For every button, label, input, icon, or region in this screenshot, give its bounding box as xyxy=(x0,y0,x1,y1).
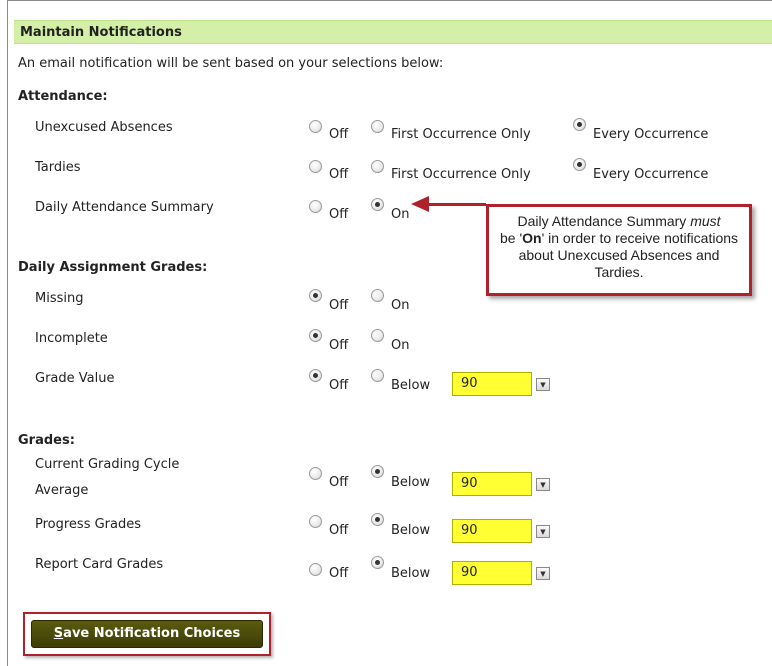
callout-bold: On xyxy=(522,230,542,246)
radio-daily-summary-on[interactable] xyxy=(371,198,384,211)
current-cycle-threshold-select[interactable]: 90 ▼ xyxy=(452,472,556,496)
radio-label: On xyxy=(391,207,410,222)
row-label-daily-attendance-summary: Daily Attendance Summary xyxy=(35,200,214,215)
progress-grades-threshold-select[interactable]: 90 ▼ xyxy=(452,519,556,543)
select-value: 90 xyxy=(452,472,532,496)
row-label-report-card-grades: Report Card Grades xyxy=(35,557,164,572)
radio-unexcused-off[interactable] xyxy=(309,120,322,133)
radio-unexcused-every-occurrence[interactable] xyxy=(573,118,586,131)
save-button-label: ave Notification Choices xyxy=(63,626,241,641)
radio-label: Off xyxy=(329,207,349,222)
radio-current-cycle-off[interactable] xyxy=(309,467,322,480)
callout-arrow-line xyxy=(428,203,486,206)
radio-current-cycle-below[interactable] xyxy=(371,465,384,478)
grade-value-threshold-select[interactable]: 90 ▼ xyxy=(452,372,556,396)
row-label-current-grading-cycle-average: Current Grading Cycle Average xyxy=(35,452,265,504)
row-label-missing: Missing xyxy=(35,291,84,306)
radio-unexcused-first-occurrence[interactable] xyxy=(371,120,384,133)
radio-label: Off xyxy=(329,475,349,490)
radio-label: Off xyxy=(329,127,349,142)
radio-tardies-first-occurrence[interactable] xyxy=(371,160,384,173)
row-label-line: Current Grading Cycle xyxy=(35,457,180,472)
row-label-unexcused-absences: Unexcused Absences xyxy=(35,120,173,135)
save-notification-choices-button[interactable]: Save Notification Choices xyxy=(31,620,263,648)
radio-label: On xyxy=(391,338,410,353)
radio-label: Below xyxy=(391,475,431,490)
select-value: 90 xyxy=(452,372,532,396)
report-card-threshold-select[interactable]: 90 ▼ xyxy=(452,561,556,585)
radio-grade-value-off[interactable] xyxy=(309,369,322,382)
radio-label: First Occurrence Only xyxy=(391,167,531,182)
select-value: 90 xyxy=(452,561,532,585)
row-label-grade-value: Grade Value xyxy=(35,371,115,386)
radio-label: Off xyxy=(329,566,349,581)
radio-progress-grades-below[interactable] xyxy=(371,513,384,526)
callout-emphasis: must xyxy=(690,213,721,229)
radio-label: Off xyxy=(329,338,349,353)
radio-incomplete-on[interactable] xyxy=(371,329,384,342)
chevron-down-icon[interactable]: ▼ xyxy=(536,478,550,491)
radio-label: Below xyxy=(391,523,431,538)
radio-grade-value-below[interactable] xyxy=(371,369,384,382)
radio-label: Off xyxy=(329,378,349,393)
page-title: Maintain Notifications xyxy=(14,20,772,44)
row-label-tardies: Tardies xyxy=(35,160,81,175)
radio-report-card-below[interactable] xyxy=(371,556,384,569)
radio-label: On xyxy=(391,298,410,313)
callout-arrow-icon xyxy=(411,196,429,212)
radio-incomplete-off[interactable] xyxy=(309,329,322,342)
radio-label: Below xyxy=(391,378,431,393)
frame-border-top xyxy=(7,0,772,1)
radio-label: Off xyxy=(329,523,349,538)
callout-note: Daily Attendance Summary must be 'On' in… xyxy=(486,204,752,296)
section-title-attendance: Attendance: xyxy=(18,89,108,104)
radio-label: Every Occurrence xyxy=(593,167,709,182)
chevron-down-icon[interactable]: ▼ xyxy=(536,567,550,580)
section-title-grades: Grades: xyxy=(18,433,75,448)
radio-label: Below xyxy=(391,566,431,581)
radio-daily-summary-off[interactable] xyxy=(309,200,322,213)
radio-tardies-off[interactable] xyxy=(309,160,322,173)
intro-text: An email notification will be sent based… xyxy=(18,56,444,71)
select-value: 90 xyxy=(452,519,532,543)
save-button-accesskey: S xyxy=(53,626,64,641)
radio-label: First Occurrence Only xyxy=(391,127,531,142)
radio-report-card-off[interactable] xyxy=(309,563,322,576)
chevron-down-icon[interactable]: ▼ xyxy=(536,378,550,391)
frame-border-left xyxy=(7,0,8,666)
section-title-daily-assignment-grades: Daily Assignment Grades: xyxy=(18,260,208,275)
row-label-line: Average xyxy=(35,483,89,498)
radio-missing-on[interactable] xyxy=(371,289,384,302)
radio-label: Off xyxy=(329,167,349,182)
chevron-down-icon[interactable]: ▼ xyxy=(536,525,550,538)
row-label-progress-grades: Progress Grades xyxy=(35,517,142,532)
radio-label: Off xyxy=(329,298,349,313)
row-label-incomplete: Incomplete xyxy=(35,331,108,346)
radio-label: Every Occurrence xyxy=(593,127,709,142)
radio-tardies-every-occurrence[interactable] xyxy=(573,158,586,171)
radio-missing-off[interactable] xyxy=(309,289,322,302)
radio-progress-grades-off[interactable] xyxy=(309,515,322,528)
